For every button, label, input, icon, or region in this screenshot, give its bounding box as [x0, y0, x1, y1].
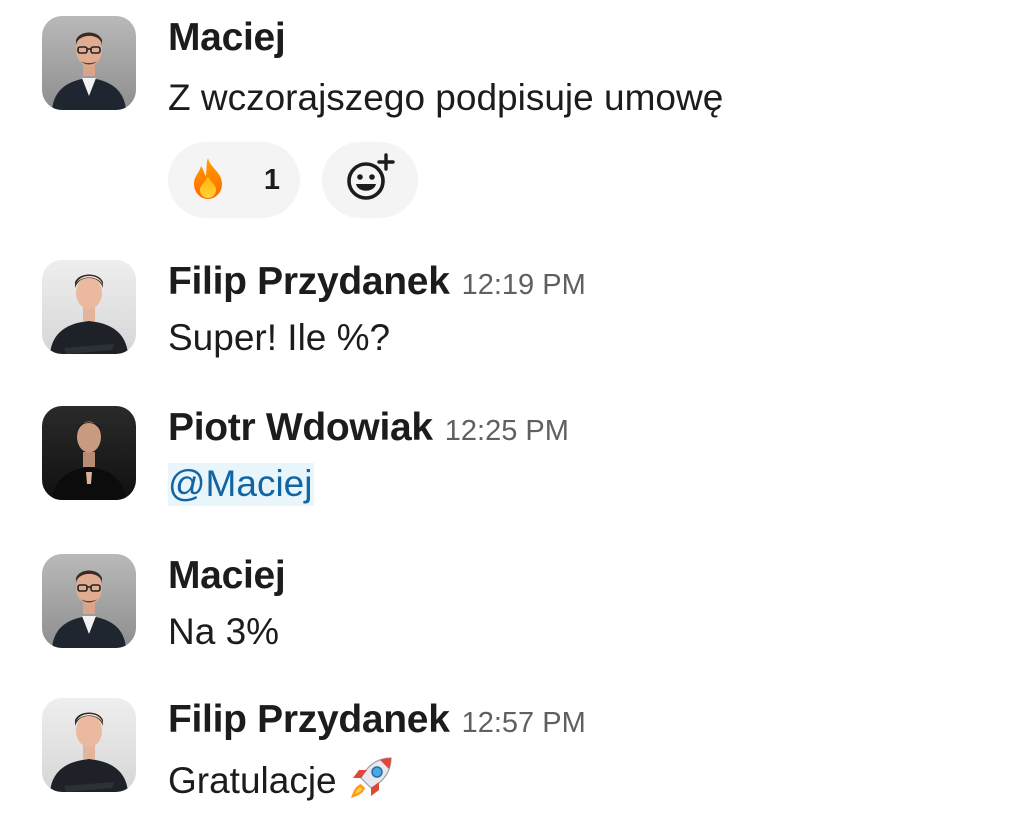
message-item: Maciej Na 3% [42, 554, 1004, 654]
reaction-fire[interactable]: 1 [168, 142, 300, 218]
message-text: Z wczorajszego podpisuje umowę [168, 77, 724, 118]
avatar-maciej[interactable] [42, 16, 136, 110]
avatar-piotr[interactable] [42, 406, 136, 500]
timestamp[interactable]: 12:57 PM [462, 707, 586, 740]
author-name[interactable]: Piotr Wdowiak [168, 406, 433, 450]
message-item: Filip Przydanek 12:19 PM Super! Ile %? [42, 260, 1004, 360]
message-text: Gratulacje [168, 754, 586, 812]
author-name[interactable]: Maciej [168, 16, 286, 60]
add-reaction-button[interactable] [322, 142, 418, 218]
message-item: Maciej Z wczorajszego podpisuje umowę 1 [42, 16, 1004, 231]
user-mention[interactable]: @Maciej [168, 463, 315, 506]
author-name[interactable]: Filip Przydanek [168, 698, 450, 742]
reaction-count: 1 [263, 163, 280, 196]
message-text: Super! Ile %? [168, 317, 391, 358]
rocket-emoji [347, 754, 395, 812]
message-text: @Maciej [168, 462, 569, 506]
author-name[interactable]: Maciej [168, 554, 286, 598]
timestamp[interactable]: 12:19 PM [462, 269, 586, 302]
message-item: Piotr Wdowiak 12:25 PM @Maciej [42, 406, 1004, 506]
message-text-content: Gratulacje [168, 759, 337, 801]
timestamp[interactable]: 12:25 PM [445, 415, 569, 448]
avatar-filip[interactable] [42, 698, 136, 792]
fire-emoji [188, 156, 228, 205]
avatar-filip[interactable] [42, 260, 136, 354]
message-item: Filip Przydanek 12:57 PM Gratulacje [42, 698, 1004, 801]
avatar-maciej[interactable] [42, 554, 136, 648]
author-name[interactable]: Filip Przydanek [168, 260, 450, 304]
add-reaction-icon [344, 152, 396, 208]
message-text: Na 3% [168, 611, 280, 652]
